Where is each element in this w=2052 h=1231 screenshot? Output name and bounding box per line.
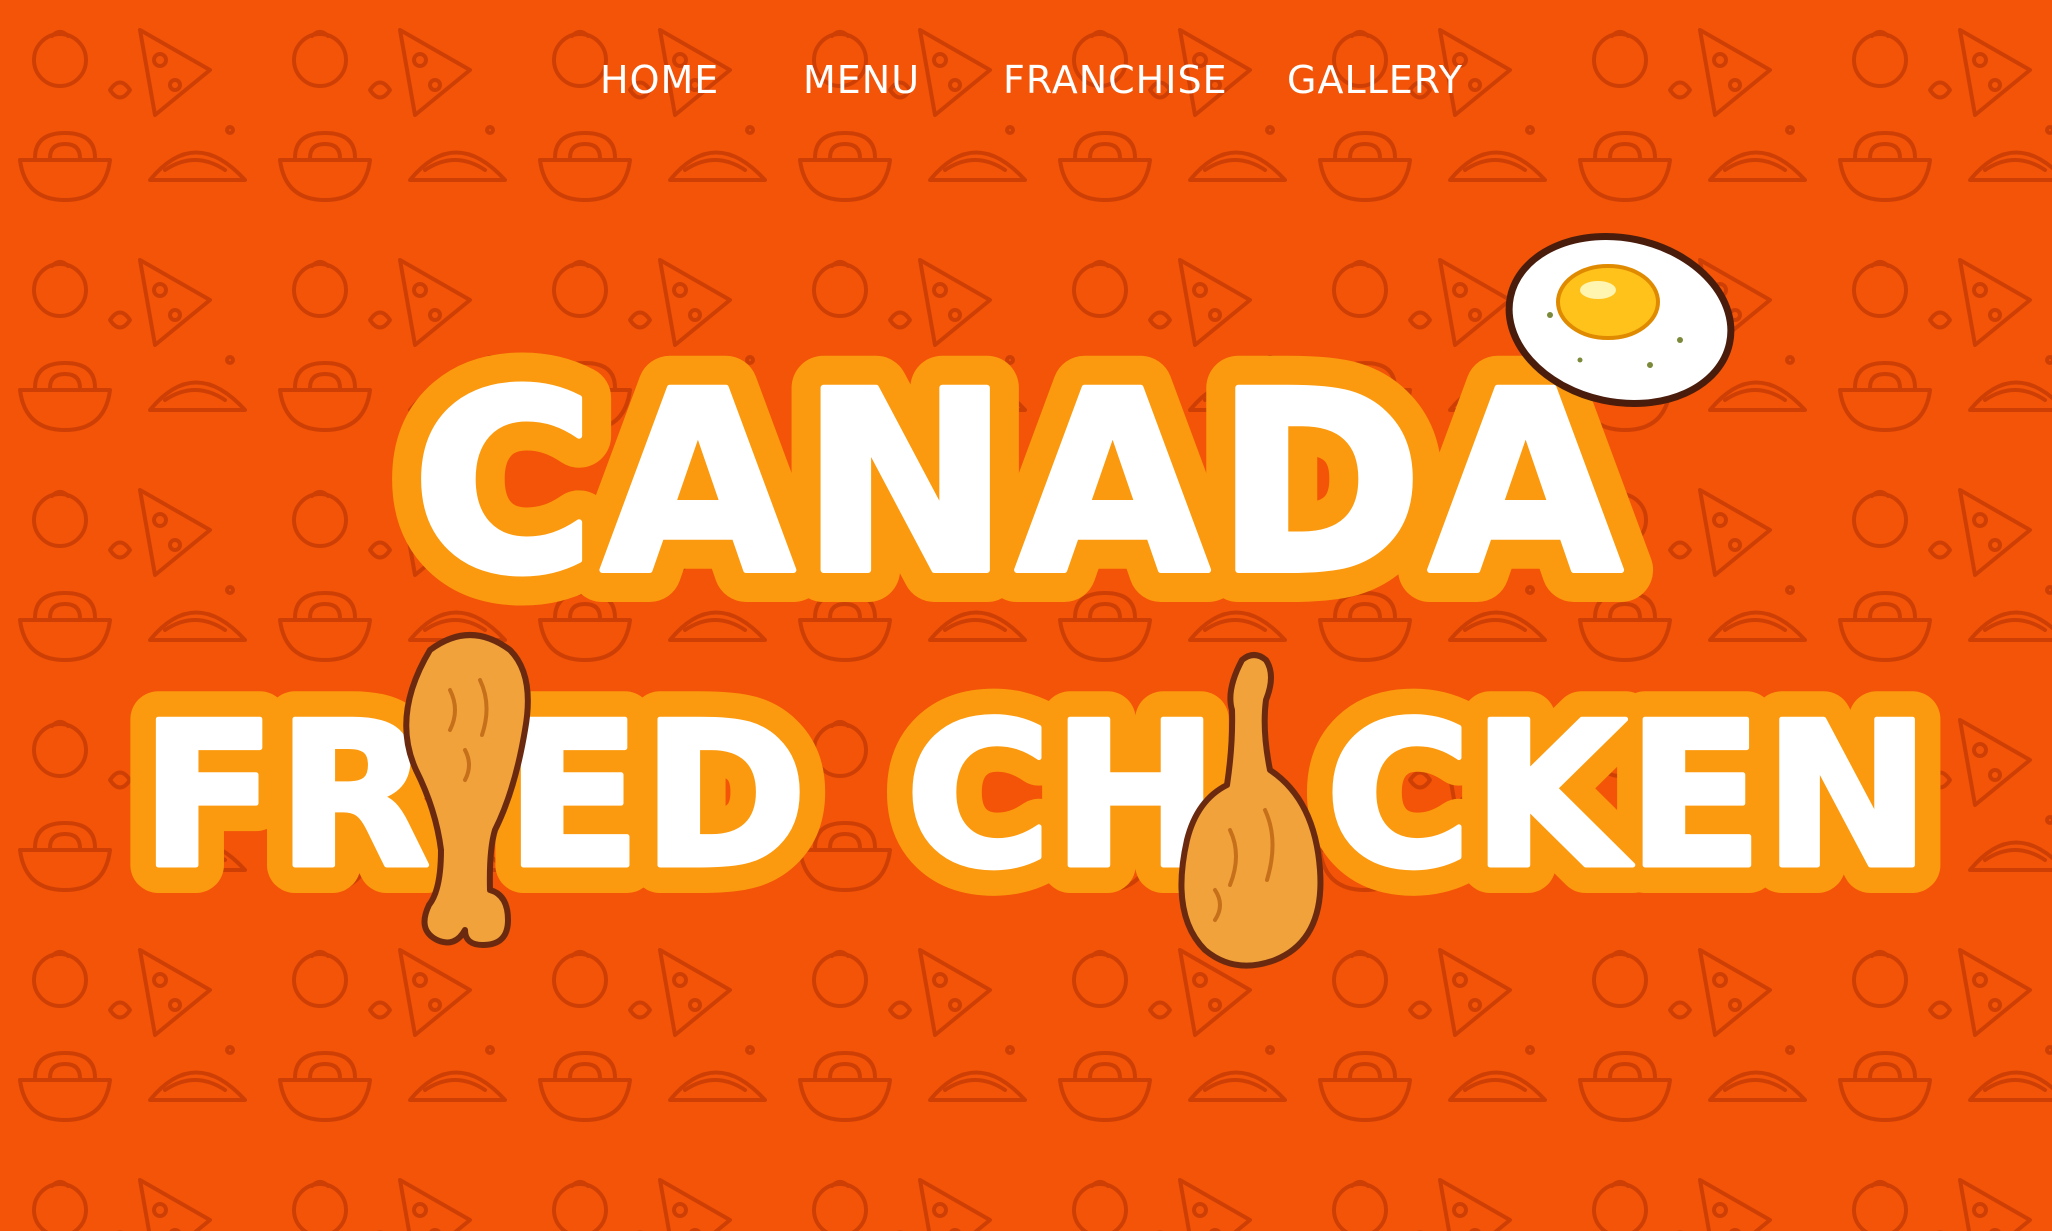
- logo-ed-text: ED: [505, 680, 808, 913]
- logo-line-canada: CANADA CANADA: [380, 306, 1655, 661]
- logo-canada-text: CANADA: [412, 338, 1629, 629]
- hero-logo: CANADA CANADA FR ED CH CKEN FR ED CH CKE…: [112, 232, 1959, 969]
- logo-cken-text: CKEN: [1325, 680, 1931, 913]
- logo-fr-text: FR: [140, 680, 431, 913]
- logo-ch-text: CH: [905, 680, 1219, 913]
